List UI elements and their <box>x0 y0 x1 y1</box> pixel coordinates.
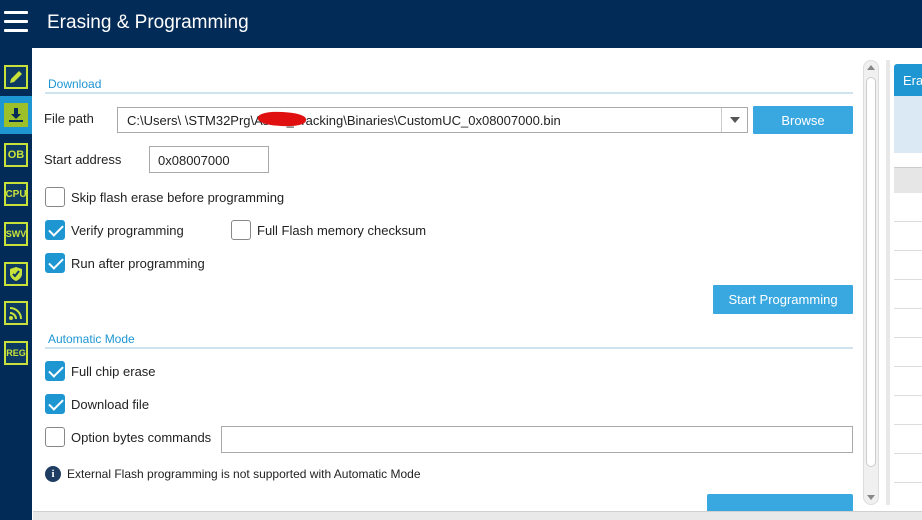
sidebar-item-security[interactable] <box>0 255 32 293</box>
skip-erase-label: Skip flash erase before programming <box>71 190 285 205</box>
section-divider <box>45 347 853 349</box>
info-icon: i <box>45 466 61 482</box>
right-panel-header <box>894 96 922 153</box>
table-row[interactable] <box>894 367 922 396</box>
table-row[interactable] <box>894 251 922 280</box>
verify-checkbox[interactable] <box>45 220 65 240</box>
sidebar-item-memory-edit[interactable] <box>0 58 32 96</box>
wireless-icon <box>4 301 28 325</box>
right-panel: Eras <box>886 60 922 505</box>
main-panel: Download File path C:\Users\ \STM32Prg\A… <box>33 48 863 511</box>
bottom-bar <box>33 511 922 520</box>
sidebar-item-wireless[interactable] <box>0 294 32 332</box>
start-programming-button[interactable]: Start Programming <box>713 285 853 314</box>
table-row[interactable] <box>894 454 922 483</box>
start-address-input[interactable]: 0x08007000 <box>149 146 269 173</box>
download-icon <box>4 103 28 127</box>
sidebar: OB CPU SWV REG <box>0 48 32 520</box>
table-row[interactable] <box>894 280 922 309</box>
option-bytes-label: Option bytes commands <box>71 430 212 445</box>
registers-icon: REG <box>4 341 28 365</box>
checksum-checkbox[interactable] <box>231 220 251 240</box>
file-path-value: C:\Users\ \STM32Prg\Asset_Tracking\Binar… <box>127 113 561 128</box>
checksum-label: Full Flash memory checksum <box>257 223 427 238</box>
top-bar: Erasing & Programming <box>0 0 922 48</box>
menu-icon[interactable] <box>4 11 28 33</box>
info-text: External Flash programming is not suppor… <box>67 467 421 481</box>
page-title: Erasing & Programming <box>47 12 249 33</box>
option-bytes-checkbox[interactable] <box>45 427 65 447</box>
scroll-down-icon[interactable] <box>867 495 875 500</box>
skip-erase-checkbox[interactable] <box>45 187 65 207</box>
browse-button[interactable]: Browse <box>753 106 853 134</box>
shield-icon <box>4 262 28 286</box>
file-path-combobox[interactable]: C:\Users\ \STM32Prg\Asset_Tracking\Binar… <box>117 107 748 133</box>
right-panel-tab[interactable]: Eras <box>894 64 922 96</box>
full-chip-erase-checkbox[interactable] <box>45 361 65 381</box>
table-row[interactable] <box>894 193 922 222</box>
section-divider <box>45 92 853 94</box>
scroll-thumb[interactable] <box>866 77 876 467</box>
table-row[interactable] <box>894 309 922 338</box>
verify-label: Verify programming <box>71 223 184 238</box>
table-row[interactable] <box>894 396 922 425</box>
pencil-icon <box>4 65 28 89</box>
swv-icon: SWV <box>4 222 28 246</box>
automatic-start-button[interactable] <box>707 494 853 511</box>
option-bytes-icon: OB <box>4 143 28 167</box>
cpu-icon: CPU <box>4 182 28 206</box>
sidebar-item-swv[interactable]: SWV <box>0 215 32 253</box>
chevron-down-icon[interactable] <box>721 108 747 132</box>
run-after-label: Run after programming <box>71 256 205 271</box>
download-file-checkbox[interactable] <box>45 394 65 414</box>
sidebar-item-cpu[interactable]: CPU <box>0 175 32 213</box>
table-row[interactable] <box>894 222 922 251</box>
scroll-up-icon[interactable] <box>867 65 875 70</box>
run-after-checkbox[interactable] <box>45 253 65 273</box>
start-address-label: Start address <box>44 152 122 167</box>
option-bytes-input[interactable] <box>221 426 853 453</box>
file-path-label: File path <box>44 111 94 126</box>
automatic-section-title: Automatic Mode <box>48 332 135 346</box>
sidebar-item-registers[interactable]: REG <box>0 334 32 372</box>
sidebar-item-erase-program[interactable] <box>0 96 32 134</box>
vertical-scrollbar[interactable] <box>863 60 879 505</box>
download-section-title: Download <box>48 77 102 91</box>
download-file-label: Download file <box>71 397 150 412</box>
table-row[interactable] <box>894 425 922 454</box>
full-chip-erase-label: Full chip erase <box>71 364 156 379</box>
right-panel-table-header <box>894 167 922 193</box>
sidebar-item-option-bytes[interactable]: OB <box>0 136 32 174</box>
table-row[interactable] <box>894 338 922 367</box>
